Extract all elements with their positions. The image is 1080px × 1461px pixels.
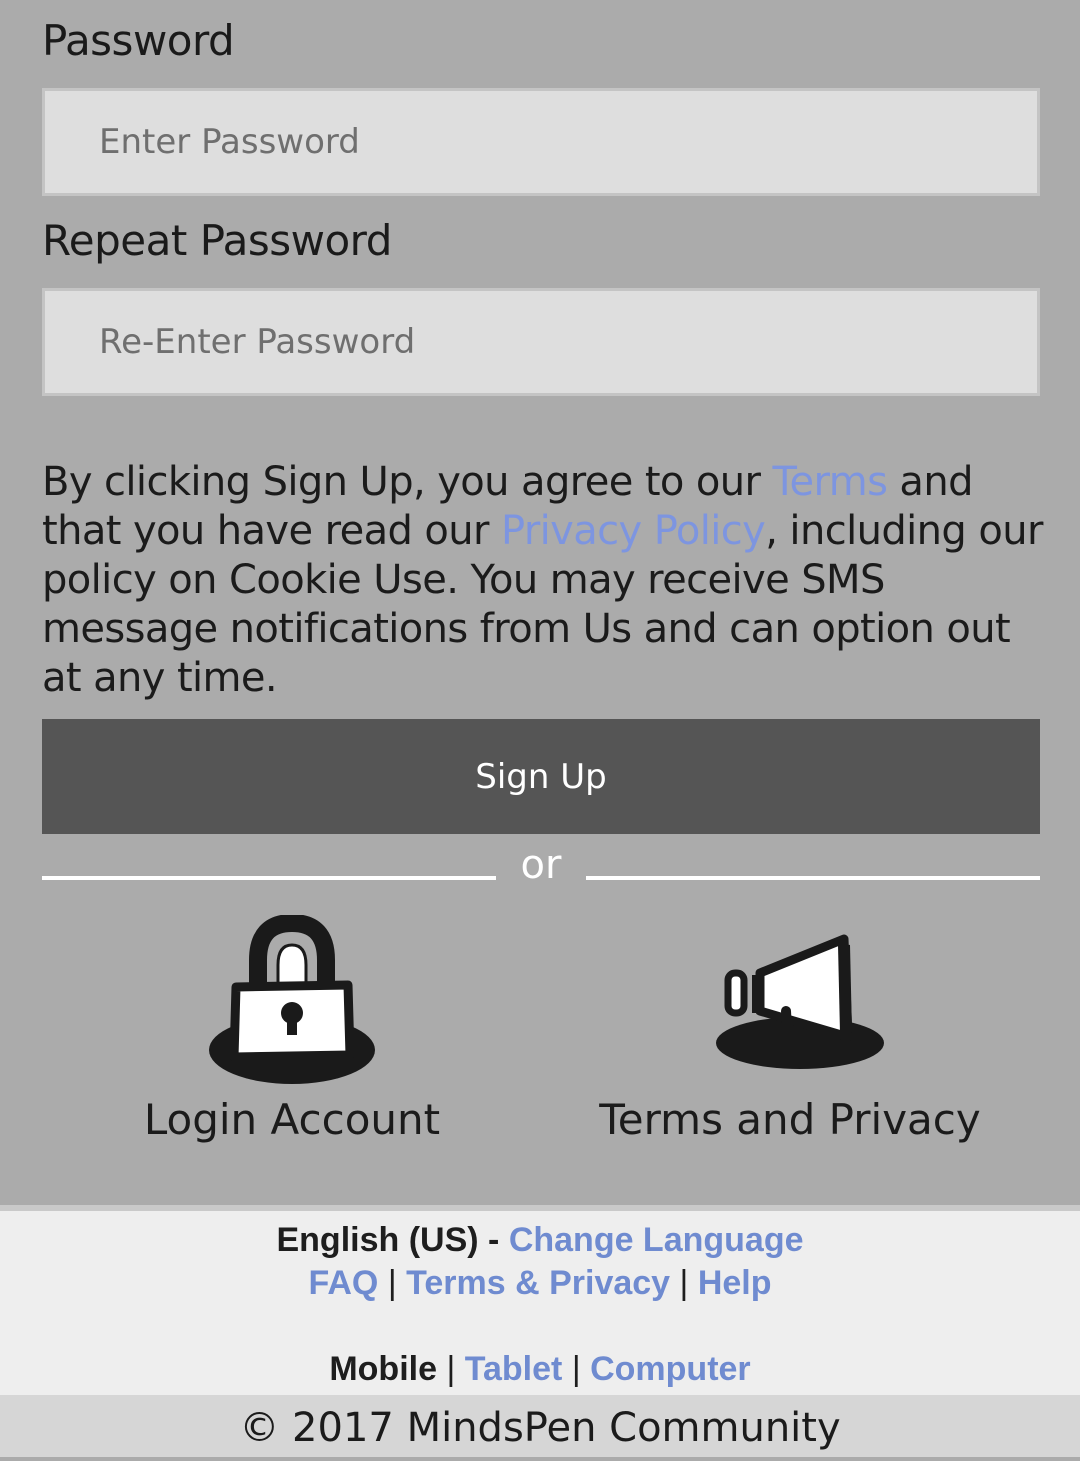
help-link[interactable]: Help	[698, 1264, 772, 1302]
change-language-link[interactable]: Change Language	[509, 1221, 804, 1259]
lock-icon	[209, 915, 375, 1084]
login-account-label: Login Account	[143, 1095, 441, 1144]
sign-up-button[interactable]: Sign Up	[42, 719, 1040, 834]
password-label: Password	[42, 16, 235, 65]
agreement-text: By clicking Sign Up, you agree to our Te…	[42, 458, 1052, 703]
language-separator: -	[478, 1221, 509, 1259]
divider-or-text: or	[520, 842, 562, 888]
current-language: English (US)	[276, 1221, 479, 1259]
divider-line-left	[42, 876, 496, 880]
terms-and-privacy-button[interactable]: Terms and Privacy	[590, 915, 990, 1155]
terms-and-privacy-label: Terms and Privacy	[599, 1095, 981, 1144]
footer-device-row: Mobile | Tablet | Computer	[0, 1350, 1080, 1389]
mobile-view-current: Mobile	[329, 1350, 437, 1388]
agreement-text-part1: By clicking Sign Up, you agree to our	[42, 459, 773, 505]
repeat-password-field[interactable]	[42, 288, 1040, 396]
separator: |	[571, 1350, 581, 1388]
tablet-view-link[interactable]: Tablet	[465, 1350, 563, 1388]
separator: |	[679, 1264, 689, 1302]
separator: |	[446, 1350, 456, 1388]
copyright-text: © 2017 MindsPen Community	[0, 1395, 1080, 1457]
password-field[interactable]	[42, 88, 1040, 196]
footer-language-row: English (US) - Change Language	[0, 1221, 1080, 1260]
terms-privacy-link[interactable]: Terms & Privacy	[406, 1264, 670, 1302]
repeat-password-label: Repeat Password	[42, 216, 392, 265]
separator: |	[387, 1264, 397, 1302]
footer: English (US) - Change Language FAQ | Ter…	[0, 1205, 1080, 1395]
megaphone-icon	[716, 934, 884, 1069]
login-account-button[interactable]: Login Account	[92, 915, 492, 1155]
footer-links-row: FAQ | Terms & Privacy | Help	[0, 1264, 1080, 1303]
privacy-policy-link[interactable]: Privacy Policy	[501, 508, 766, 554]
faq-link[interactable]: FAQ	[308, 1264, 378, 1302]
computer-view-link[interactable]: Computer	[590, 1350, 751, 1388]
terms-link[interactable]: Terms	[773, 459, 888, 505]
divider-line-right	[586, 876, 1040, 880]
